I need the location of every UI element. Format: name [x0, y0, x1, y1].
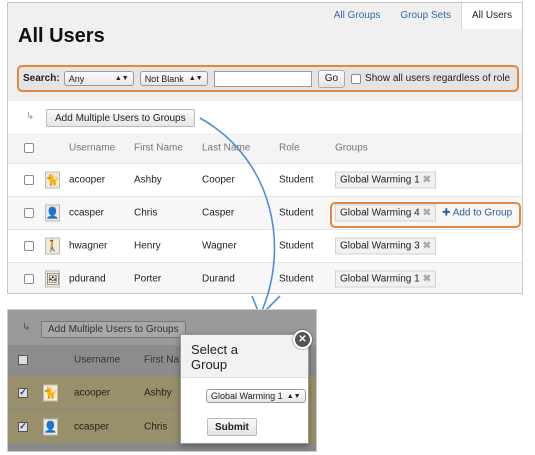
- first-name: Porter: [134, 273, 162, 285]
- show-all-checkbox[interactable]: [351, 73, 362, 84]
- add-to-group-highlight: [330, 202, 521, 228]
- last-name: Wagner: [202, 240, 237, 252]
- group-select-value: Global Warming 1: [211, 391, 283, 401]
- page-title: All Users: [18, 25, 105, 47]
- first-name: Chris: [134, 207, 158, 219]
- person-avatar-icon: 👤: [45, 204, 60, 222]
- remove-group-icon[interactable]: ✖: [423, 241, 431, 252]
- role: Student: [279, 240, 314, 252]
- tab-all-groups[interactable]: All Groups: [324, 3, 391, 29]
- table-row: 🖼 pdurand Porter Durand Student Global W…: [8, 262, 522, 293]
- search-bar: Search: Any ▲▼ Not Blank ▲▼ Go Show all …: [17, 65, 519, 92]
- table-row: 🚶 hwagner Henry Wagner Student Global Wa…: [8, 229, 522, 262]
- dialog-header: Select a Group: [181, 335, 308, 378]
- show-all-label: Show all users regardless of role: [365, 73, 511, 84]
- row-checkbox[interactable]: [24, 175, 34, 185]
- table-row: 🐈 acooper Ashby Cooper Student Global Wa…: [8, 163, 522, 196]
- first-name: Chris: [144, 421, 168, 432]
- add-multiple-users-button[interactable]: Add Multiple Users to Groups: [46, 109, 195, 127]
- group-name: Global Warming 1: [340, 174, 420, 186]
- search-label: Search:: [23, 73, 60, 84]
- select-all-checkbox: [18, 355, 28, 365]
- search-field-value: Any: [68, 73, 85, 84]
- row-checkbox[interactable]: [24, 241, 34, 251]
- groups-cell: Global Warming 3 ✖: [335, 237, 437, 255]
- first-name: Ashby: [144, 387, 172, 398]
- username: acooper: [74, 387, 111, 398]
- cat-avatar-icon: 🐈: [43, 384, 58, 401]
- col-last-name[interactable]: Last Name: [202, 143, 250, 154]
- last-name: Durand: [202, 273, 235, 285]
- first-name: Henry: [134, 240, 161, 252]
- role: Student: [279, 273, 314, 285]
- figure-avatar-icon: 🚶: [45, 237, 60, 255]
- users-panel: All Groups Group Sets All Users All User…: [7, 2, 523, 294]
- portrait-avatar-icon: 🖼: [45, 270, 60, 288]
- col-role[interactable]: Role: [279, 143, 300, 154]
- search-field-select[interactable]: Any ▲▼: [63, 71, 134, 86]
- group-pill: Global Warming 1 ✖: [335, 171, 437, 189]
- username: hwagner: [69, 240, 108, 252]
- last-name: Casper: [202, 207, 235, 219]
- group-select[interactable]: Global Warming 1 ▲▼: [206, 389, 306, 403]
- remove-group-icon[interactable]: ✖: [423, 274, 431, 285]
- tab-bar: All Groups Group Sets All Users: [324, 3, 522, 29]
- group-pill: Global Warming 1 ✖: [335, 270, 437, 288]
- cat-avatar-icon: 🐈: [45, 171, 60, 189]
- select-arrows-icon: ▲▼: [188, 75, 203, 82]
- checked-checkbox: ✓: [18, 387, 28, 398]
- col-first-name[interactable]: First Name: [134, 143, 183, 154]
- add-multiple-users-button: Add Multiple Users to Groups: [41, 321, 186, 338]
- group-name: Global Warming 3: [340, 240, 420, 252]
- group-name: Global Warming 1: [340, 273, 420, 285]
- dialog-title: Select a Group: [191, 342, 238, 372]
- row-checkbox[interactable]: [24, 208, 34, 218]
- role: Student: [279, 174, 314, 186]
- search-operator-value: Not Blank: [144, 73, 184, 84]
- submit-button[interactable]: Submit: [207, 418, 257, 436]
- corner-arrow-icon: ↳: [22, 322, 31, 333]
- col-username[interactable]: Username: [69, 143, 115, 154]
- groups-cell: Global Warming 1 ✖: [335, 270, 437, 288]
- first-name: Ashby: [134, 174, 162, 186]
- table-header: Username First Name Last Name Role Group…: [8, 133, 522, 163]
- group-pill: Global Warming 3 ✖: [335, 237, 437, 255]
- person-avatar-icon: 👤: [43, 418, 58, 435]
- col-groups: Groups: [335, 142, 368, 154]
- username: acooper: [69, 174, 106, 186]
- role: Student: [279, 207, 314, 219]
- action-bar: ↳ Add Multiple Users to Groups: [8, 101, 522, 133]
- last-name: Cooper: [202, 174, 235, 186]
- col-first-name: First Na: [144, 354, 179, 366]
- close-icon[interactable]: ✕: [293, 330, 312, 349]
- go-button[interactable]: Go: [317, 69, 346, 88]
- tab-all-users[interactable]: All Users: [460, 3, 522, 29]
- col-username: Username: [74, 354, 121, 366]
- checked-checkbox: ✓: [18, 421, 28, 432]
- remove-group-icon[interactable]: ✖: [423, 175, 431, 186]
- tab-group-sets[interactable]: Group Sets: [390, 3, 461, 29]
- search-operator-select[interactable]: Not Blank ▲▼: [139, 71, 208, 86]
- select-arrows-icon: ▲▼: [286, 392, 301, 400]
- username: pdurand: [69, 273, 106, 285]
- select-arrows-icon: ▲▼: [114, 75, 129, 82]
- select-group-dialog: Select a Group Global Warming 1 ▲▼ Submi…: [180, 334, 309, 444]
- search-input[interactable]: [213, 70, 312, 87]
- corner-arrow-icon: ↳: [26, 111, 35, 122]
- select-all-checkbox[interactable]: [24, 143, 34, 153]
- row-checkbox[interactable]: [24, 274, 34, 284]
- username: ccasper: [74, 421, 110, 432]
- groups-cell: Global Warming 1 ✖: [335, 171, 437, 189]
- username: ccasper: [69, 207, 105, 219]
